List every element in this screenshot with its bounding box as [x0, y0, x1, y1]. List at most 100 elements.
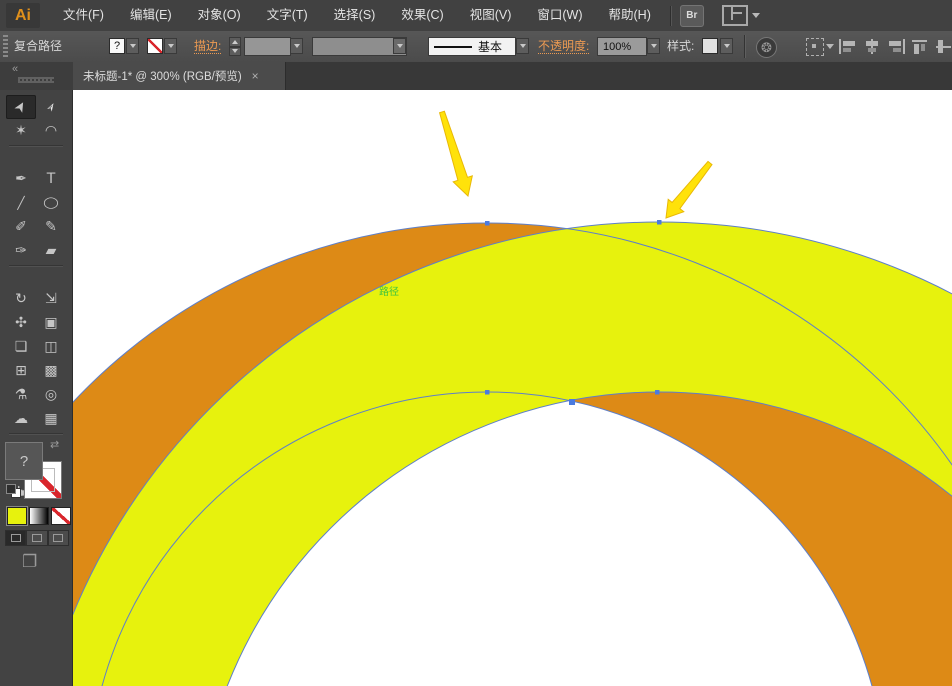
mesh-tool[interactable]: ⊞ [6, 359, 36, 383]
tools-panel-header: « [0, 62, 73, 90]
stroke-color-swatch[interactable] [147, 38, 163, 54]
line-segment-tool[interactable]: ╱ [6, 191, 36, 215]
artboard-canvas[interactable]: 路径 [73, 90, 952, 686]
default-fill-stroke-icon[interactable] [6, 484, 20, 497]
lasso-tool[interactable]: ◠ [36, 119, 66, 143]
blob-brush-tool[interactable]: ✑ [6, 239, 36, 263]
eyedropper-tool[interactable]: ⚗ [6, 383, 36, 407]
pencil-tool[interactable]: ✎ [36, 215, 66, 239]
opacity-panel-link[interactable]: 不透明度: [538, 31, 589, 54]
fill-color-dropdown[interactable] [126, 38, 139, 54]
document-tab[interactable]: 未标题-1* @ 300% (RGB/预览) × [73, 62, 286, 90]
scale-tool[interactable]: ⇲ [36, 287, 66, 311]
menu-item-7[interactable]: 窗口(W) [524, 0, 595, 31]
drag-handle[interactable] [3, 35, 8, 58]
stroke-weight-stepper[interactable] [229, 37, 241, 56]
close-icon[interactable]: × [252, 70, 259, 82]
draw-normal-icon [11, 534, 21, 542]
menu-item-3[interactable]: 文字(T) [254, 0, 321, 31]
direct-selection-icon: ➢ [43, 100, 58, 115]
magic-wand-icon: ✶ [15, 124, 27, 138]
direct-selection-tool[interactable]: ➢ [36, 95, 66, 119]
gradient-button[interactable] [29, 507, 49, 525]
free-transform-tool[interactable]: ▣ [36, 311, 66, 335]
align-right-icon[interactable] [886, 39, 906, 54]
transform-dropdown-icon[interactable] [826, 44, 834, 49]
menu-item-1[interactable]: 编辑(E) [117, 0, 185, 31]
canvas-area[interactable]: 路径 [73, 90, 952, 686]
type-tool[interactable]: T [36, 167, 66, 191]
color-button[interactable] [7, 507, 27, 525]
main-area: ➤➢✶◠✒T╱◯✐✎✑▰↻⇲✣▣❏◫⊞▩⚗◎☁▦✛✂☛⌕ ? ⇄ [0, 90, 952, 686]
stroke-panel-link[interactable]: 描边: [194, 31, 221, 54]
transform-icon[interactable] [806, 38, 824, 56]
toolbar-separator [9, 145, 63, 147]
opacity-field[interactable]: 100% [597, 37, 647, 56]
annotation-arrow-right [666, 161, 712, 218]
stepper-down-icon[interactable] [229, 47, 241, 57]
bridge-button[interactable]: Br [680, 5, 704, 27]
anchor-point-highlight[interactable] [569, 399, 575, 405]
stroke-weight-dropdown[interactable] [290, 38, 303, 54]
anchor-point[interactable] [485, 390, 490, 395]
graphic-style-dropdown[interactable] [720, 38, 733, 54]
ellipse-tool[interactable]: ◯ [36, 191, 66, 215]
stroke-color-dropdown[interactable] [164, 38, 177, 54]
brush-definition-dropdown[interactable] [516, 38, 529, 54]
align-vertical-center-icon[interactable] [936, 39, 952, 54]
free-transform-icon: ▣ [44, 316, 57, 330]
anchor-point[interactable] [657, 220, 662, 225]
controlbar-separator [744, 35, 746, 58]
opacity-dropdown[interactable] [647, 38, 660, 54]
pen-tool[interactable]: ✒ [6, 167, 36, 191]
draw-inside-button[interactable] [48, 530, 69, 546]
align-horizontal-center-icon[interactable] [862, 39, 882, 54]
rotate-tool[interactable]: ↻ [6, 287, 36, 311]
stroke-weight-field[interactable] [244, 37, 291, 56]
eraser-tool[interactable]: ▰ [36, 239, 66, 263]
panel-grip-icon[interactable] [18, 77, 54, 83]
menu-item-5[interactable]: 效果(C) [388, 0, 456, 31]
width-tool[interactable]: ✣ [6, 311, 36, 335]
width-icon: ✣ [15, 316, 27, 330]
stepper-up-icon[interactable] [229, 37, 241, 47]
graphic-style-swatch[interactable] [702, 38, 718, 54]
shape-builder-tool[interactable]: ❏ [6, 335, 36, 359]
draw-normal-button[interactable] [5, 530, 26, 546]
symbol-sprayer-icon: ☁ [14, 412, 28, 426]
fill-color-swatch[interactable]: ? [109, 38, 125, 54]
anchor-point[interactable] [485, 221, 490, 226]
blend-tool[interactable]: ◎ [36, 383, 66, 407]
screen-mode-icon[interactable]: ❐ [22, 552, 37, 572]
workspace-switcher[interactable] [722, 5, 760, 26]
menu-item-6[interactable]: 视图(V) [457, 0, 525, 31]
brush-definition-value: 基本 [478, 38, 502, 55]
align-left-icon[interactable] [838, 39, 858, 54]
toolbar-separator [9, 265, 63, 267]
selection-type-label: 复合路径 [14, 31, 62, 62]
menu-item-8[interactable]: 帮助(H) [596, 0, 664, 31]
rotate-icon: ↻ [15, 292, 27, 306]
shape-builder-icon: ❏ [15, 340, 28, 354]
stroke-profile-dropdown[interactable] [393, 38, 406, 54]
magic-wand-tool[interactable]: ✶ [6, 119, 36, 143]
anchor-point[interactable] [655, 390, 660, 395]
symbol-sprayer-tool[interactable]: ☁ [6, 407, 36, 431]
brush-definition-field[interactable]: 基本 [428, 37, 516, 56]
paintbrush-tool[interactable]: ✐ [6, 215, 36, 239]
swap-fill-stroke-icon[interactable]: ⇄ [50, 438, 59, 451]
menu-item-2[interactable]: 对象(O) [185, 0, 254, 31]
selection-tool[interactable]: ➤ [6, 95, 36, 119]
recolor-artwork-icon[interactable]: ❂ [756, 37, 777, 58]
menu-item-0[interactable]: 文件(F) [50, 0, 117, 31]
none-button[interactable] [51, 507, 71, 525]
fill-indicator[interactable]: ? [5, 442, 43, 480]
collapse-panel-icon[interactable]: « [12, 63, 17, 75]
gradient-tool[interactable]: ▩ [36, 359, 66, 383]
draw-behind-button[interactable] [26, 530, 47, 546]
perspective-grid-tool[interactable]: ◫ [36, 335, 66, 359]
menu-items: 文件(F)编辑(E)对象(O)文字(T)选择(S)效果(C)视图(V)窗口(W)… [50, 0, 664, 31]
column-graph-tool[interactable]: ▦ [36, 407, 66, 431]
align-top-icon[interactable] [912, 39, 932, 54]
menu-item-4[interactable]: 选择(S) [321, 0, 389, 31]
